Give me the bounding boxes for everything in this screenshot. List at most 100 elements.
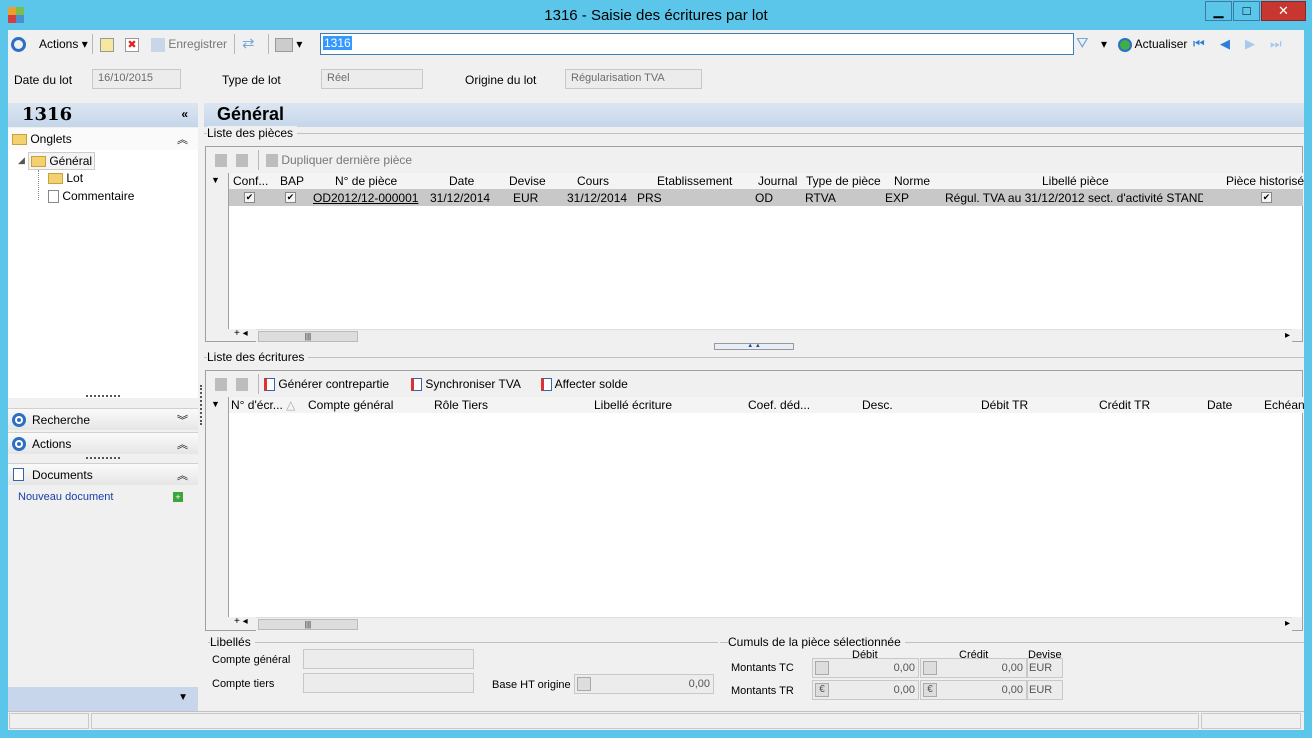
column-header[interactable]: Crédit TR <box>1099 398 1150 412</box>
previous-record-button[interactable]: ◀ <box>1220 34 1230 54</box>
column-header[interactable]: Date <box>449 174 474 188</box>
origine-lot-field[interactable]: Régularisation TVA <box>565 69 702 89</box>
maximize-button[interactable]: □ <box>1233 1 1260 21</box>
delete-button[interactable]: ✖ <box>125 34 139 54</box>
column-header[interactable]: Rôle Tiers <box>434 398 488 412</box>
printer-icon <box>275 37 293 52</box>
delete-icon: ✖ <box>125 37 139 52</box>
column-header[interactable]: Type de pièce <box>806 174 881 188</box>
refresh-label: Actualiser <box>1134 37 1188 51</box>
add-row-icon[interactable]: + ◂ <box>234 616 248 627</box>
column-header[interactable]: Libellé écriture <box>594 398 672 412</box>
window-title: 1316 - Saisie des écritures par lot <box>544 7 768 24</box>
new-button[interactable] <box>100 34 114 54</box>
numero-piece-link[interactable]: OD2012/12-000001 <box>313 191 418 205</box>
new-document-link[interactable]: Nouveau document <box>18 491 113 503</box>
column-header[interactable]: Etablissement <box>657 174 732 188</box>
bap-checkbox[interactable]: ✔ <box>285 192 296 203</box>
print-button[interactable]: ▾ <box>275 34 302 54</box>
documents-section[interactable]: Documents ︽ <box>8 463 198 485</box>
horizontal-scrollbar[interactable]: ||| ▸ <box>256 329 1292 343</box>
tr-debit-field[interactable]: €0,00 <box>812 680 919 700</box>
column-header[interactable]: Cours <box>577 174 609 188</box>
type-cell: RTVA <box>805 191 836 205</box>
minimize-button[interactable]: ▁ <box>1205 1 1232 21</box>
horizontal-scrollbar[interactable]: ||| ▸ <box>256 617 1292 631</box>
column-chooser-icon[interactable]: ▼ <box>211 175 220 185</box>
tc-devise-field[interactable]: EUR <box>1027 658 1063 678</box>
column-chooser-icon[interactable]: ▼ <box>211 399 220 409</box>
tr-credit-field[interactable]: €0,00 <box>920 680 1027 700</box>
close-button[interactable]: ✕ <box>1261 1 1306 21</box>
actions-section[interactable]: Actions ︽ <box>8 432 198 454</box>
expand-icon[interactable]: ◢ <box>18 155 25 166</box>
sync-button[interactable]: ⇄ <box>242 34 255 54</box>
type-lot-field[interactable]: Réel <box>321 69 423 89</box>
documents-label: Documents <box>32 468 93 482</box>
splitter-grip[interactable] <box>86 395 120 397</box>
edit-icon <box>215 378 227 391</box>
column-header[interactable]: Date <box>1207 398 1232 412</box>
filter-dropdown[interactable]: ▾ <box>1101 34 1107 54</box>
filter-button[interactable]: ⛛ <box>1076 34 1089 54</box>
add-row-icon[interactable]: + ◂ <box>234 328 248 339</box>
date-lot-label: Date du lot <box>14 73 73 87</box>
column-header[interactable]: Journal <box>758 174 797 188</box>
table-row[interactable]: ✔ ✔ OD2012/12-000001 31/12/2014 EUR 31/1… <box>229 189 1303 206</box>
historise-checkbox[interactable]: ✔ <box>1261 192 1272 203</box>
tree-item-lot[interactable]: Lot <box>48 171 83 185</box>
add-document-icon[interactable]: + <box>173 492 183 502</box>
recherche-section[interactable]: Recherche ︾ <box>8 408 198 430</box>
column-header[interactable]: N° d'écr... △ <box>231 398 295 412</box>
column-header[interactable]: Pièce historisé <box>1226 174 1304 188</box>
tree-item-general[interactable]: Général <box>28 152 96 170</box>
column-header[interactable]: Libellé pièce <box>1042 174 1109 188</box>
column-header[interactable]: Compte général <box>308 398 393 412</box>
chevron-down-icon[interactable]: ▼ <box>178 692 188 703</box>
compte-tiers-label: Compte tiers <box>212 678 275 690</box>
tr-devise-field[interactable]: EUR <box>1027 680 1063 700</box>
column-header[interactable]: Devise <box>509 174 546 188</box>
refresh-button[interactable]: Actualiser <box>1118 34 1187 54</box>
column-header[interactable]: N° de pièce <box>335 174 397 188</box>
tc-credit-field[interactable]: 0,00 <box>920 658 1027 678</box>
save-icon <box>151 37 165 52</box>
onglets-header[interactable]: Onglets ︽ <box>8 128 198 150</box>
column-header[interactable]: Echéan <box>1264 398 1305 412</box>
column-header[interactable]: Norme <box>894 174 930 188</box>
tc-debit-field[interactable]: 0,00 <box>812 658 919 678</box>
sidebar-header: 1316 « <box>8 103 198 127</box>
column-header[interactable]: BAP <box>280 174 304 188</box>
date-lot-field[interactable]: 16/10/2015 <box>92 69 181 89</box>
column-header[interactable]: Coef. déd... <box>748 398 810 412</box>
compte-tiers-field[interactable] <box>303 673 474 693</box>
horizontal-splitter[interactable]: ▲ ▲ <box>714 343 794 350</box>
column-header[interactable]: Conf... <box>233 174 268 188</box>
save-button[interactable]: Enregistrer <box>151 34 227 54</box>
base-ht-field[interactable]: 0,00 <box>574 674 714 694</box>
actions-menu[interactable]: Actions ▾ <box>39 34 88 54</box>
affect-balance-button[interactable]: Affecter solde <box>541 377 628 392</box>
duplicate-button[interactable]: Dupliquer dernière pièce <box>266 153 412 168</box>
tree-item-general-label: Général <box>49 154 93 168</box>
ecritures-group-label: Liste des écritures <box>207 350 309 364</box>
save-label: Enregistrer <box>168 37 228 51</box>
edit-icon <box>236 154 248 167</box>
next-record-button[interactable]: ▶ <box>1245 34 1255 54</box>
vertical-splitter[interactable] <box>200 385 202 425</box>
column-header[interactable]: Desc. <box>862 398 893 412</box>
conf-checkbox[interactable]: ✔ <box>244 192 255 203</box>
recherche-label: Recherche <box>32 413 91 427</box>
euro-icon: € <box>815 683 829 697</box>
compte-general-field[interactable] <box>303 649 474 669</box>
search-input[interactable]: 1316 <box>320 33 1074 55</box>
last-record-button[interactable]: ⏭ <box>1270 34 1282 54</box>
generate-counterpart-button[interactable]: Générer contrepartie <box>264 377 389 392</box>
sync-tva-button[interactable]: Synchroniser TVA <box>411 377 521 392</box>
collapse-sidebar-button[interactable]: « <box>181 107 188 121</box>
column-header[interactable]: Débit TR <box>981 398 1028 412</box>
chevron-up-icon[interactable]: ︽ <box>177 131 188 147</box>
tree-item-commentaire[interactable]: Commentaire <box>48 189 134 204</box>
first-record-button[interactable]: ⏮ <box>1193 34 1205 54</box>
chevron-up-icon: ︽ <box>177 470 188 482</box>
